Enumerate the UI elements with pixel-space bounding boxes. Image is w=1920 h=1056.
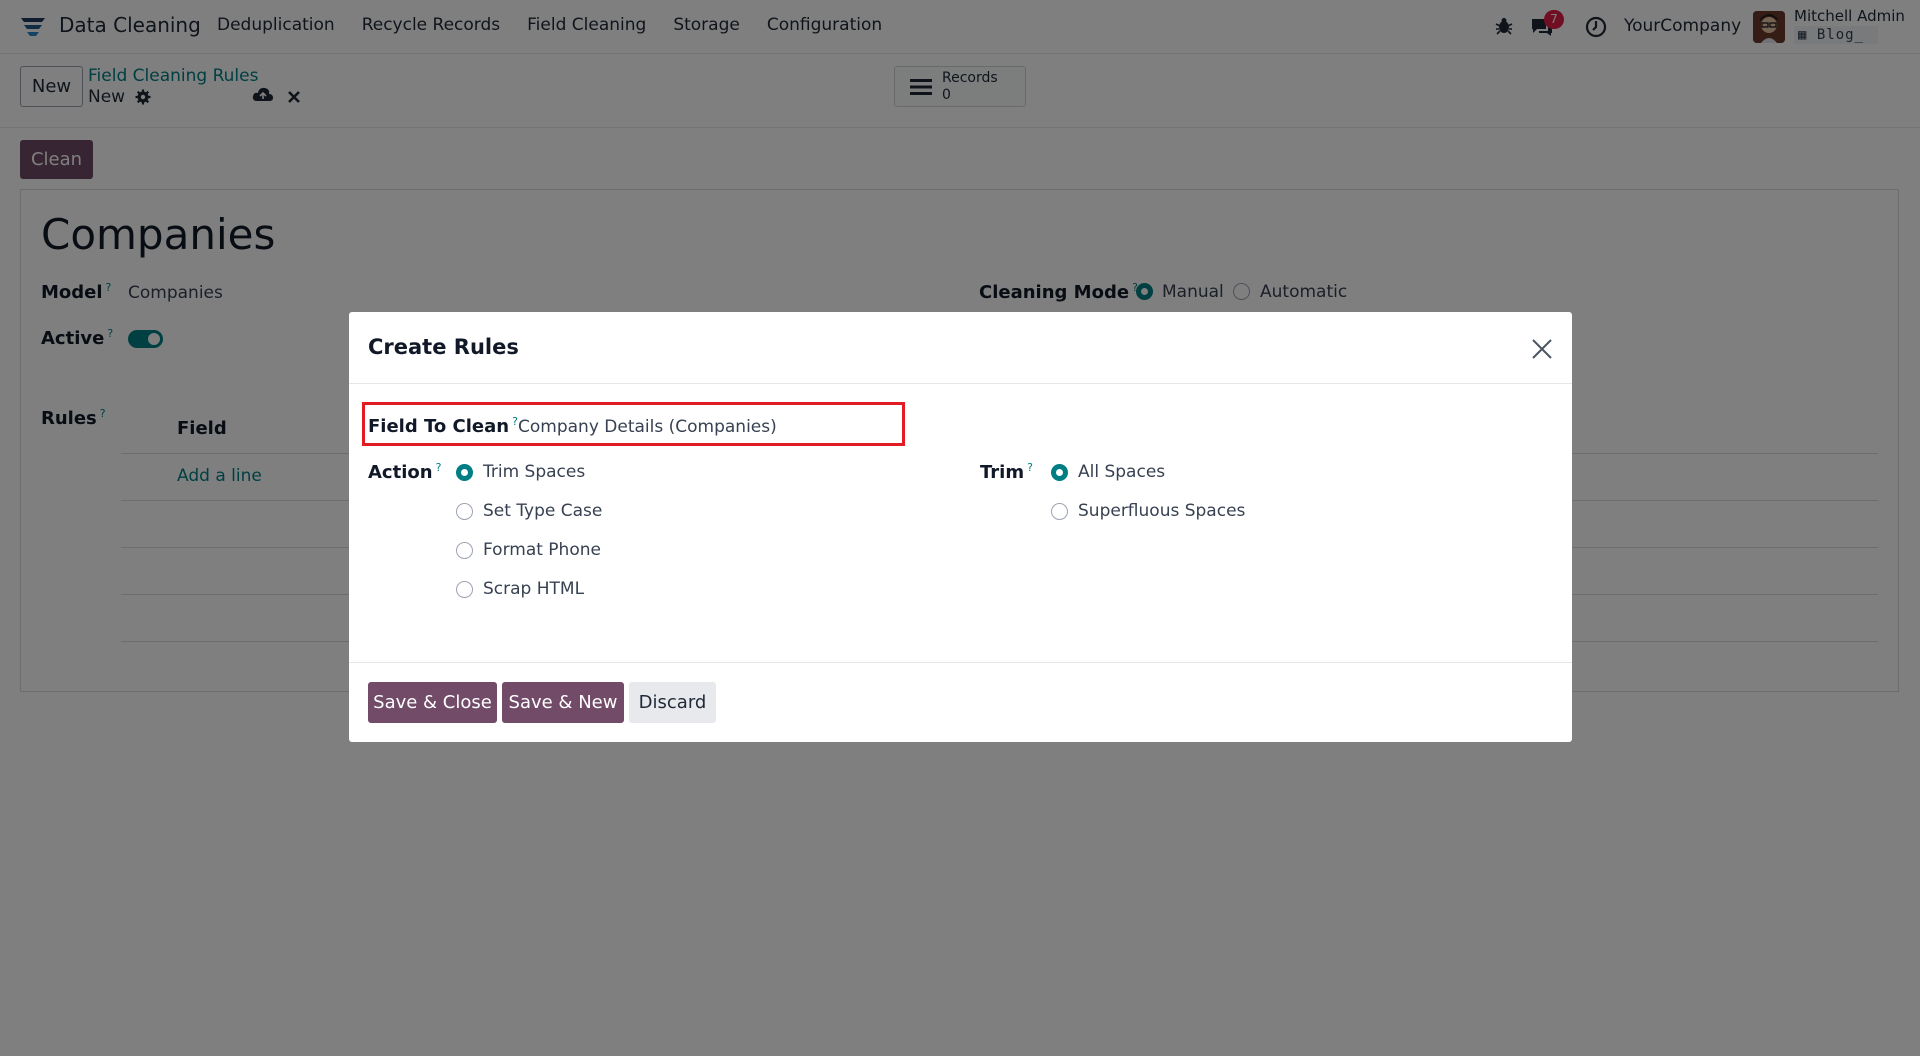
close-icon[interactable]: [1531, 338, 1553, 360]
trim-all-spaces-label[interactable]: All Spaces: [1078, 462, 1165, 482]
field-to-clean-label: Field To Clean?: [368, 415, 518, 437]
dialog-footer-divider: [349, 662, 1572, 663]
trim-superfluous-spaces-radio[interactable]: [1051, 503, 1068, 520]
action-scrap-html-label[interactable]: Scrap HTML: [483, 579, 584, 599]
discard-button[interactable]: Discard: [629, 682, 716, 723]
save-new-button[interactable]: Save & New: [502, 682, 624, 723]
save-close-button[interactable]: Save & Close: [368, 682, 497, 723]
action-format-phone-label[interactable]: Format Phone: [483, 540, 601, 560]
help-icon[interactable]: ?: [1027, 461, 1033, 474]
trim-superfluous-spaces-label[interactable]: Superfluous Spaces: [1078, 501, 1245, 521]
dialog-title: Create Rules: [368, 335, 519, 359]
create-rules-dialog: Create Rules Field To Clean? Company Det…: [349, 312, 1572, 742]
dialog-header-divider: [349, 383, 1572, 384]
field-to-clean-label-text: Field To Clean: [368, 416, 510, 437]
action-trim-spaces-radio[interactable]: [456, 464, 473, 481]
action-label-text: Action: [368, 462, 433, 483]
trim-all-spaces-radio[interactable]: [1051, 464, 1068, 481]
action-format-phone-radio[interactable]: [456, 542, 473, 559]
trim-label: Trim?: [980, 461, 1033, 483]
action-trim-spaces-label[interactable]: Trim Spaces: [483, 462, 585, 482]
action-set-type-case-radio[interactable]: [456, 503, 473, 520]
help-icon[interactable]: ?: [436, 461, 442, 474]
action-scrap-html-radio[interactable]: [456, 581, 473, 598]
field-to-clean-value[interactable]: Company Details (Companies): [518, 417, 777, 437]
trim-label-text: Trim: [980, 462, 1025, 483]
action-label: Action?: [368, 461, 441, 483]
action-set-type-case-label[interactable]: Set Type Case: [483, 501, 602, 521]
